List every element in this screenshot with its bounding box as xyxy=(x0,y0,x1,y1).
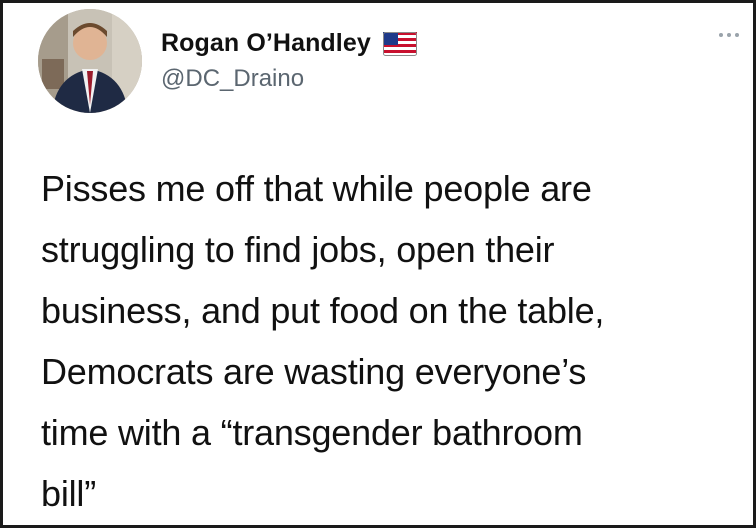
avatar[interactable] xyxy=(38,9,142,113)
display-name[interactable]: Rogan O’Handley xyxy=(161,29,371,58)
tweet-card: Rogan O’Handley @DC_Draino Pisses me off… xyxy=(0,0,756,528)
author-name-row: Rogan O’Handley xyxy=(161,29,417,58)
author-handle[interactable]: @DC_Draino xyxy=(161,65,304,93)
tweet-text: Pisses me off that while people are stru… xyxy=(41,168,605,514)
us-flag-icon xyxy=(382,31,417,56)
more-dot xyxy=(719,33,723,37)
more-dot xyxy=(735,33,739,37)
more-dot xyxy=(727,33,731,37)
more-options-icon[interactable] xyxy=(719,33,739,37)
avatar-photo xyxy=(38,9,142,113)
